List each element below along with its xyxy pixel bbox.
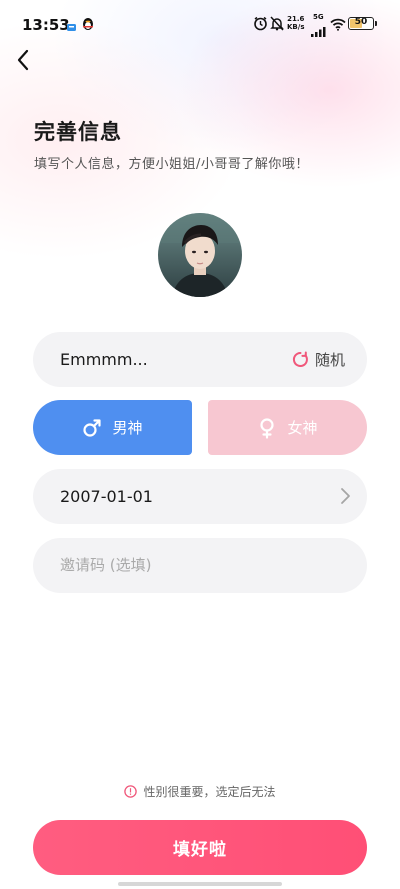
chevron-right-icon: [341, 488, 350, 504]
network-speed: 21.6 KB/s: [287, 15, 305, 31]
refresh-icon: [292, 351, 308, 367]
back-button[interactable]: [10, 46, 36, 74]
birthday-field[interactable]: 2007-01-01: [33, 469, 367, 524]
nickname-value: Emmmm...: [60, 350, 148, 369]
gender-female-label: 女神: [287, 419, 318, 437]
invite-code-field[interactable]: 邀请码 (选填): [33, 538, 367, 593]
app-notification-icon: [66, 18, 77, 37]
birthday-value: 2007-01-01: [60, 487, 153, 506]
avatar[interactable]: [158, 213, 242, 297]
gender-male-label: 男神: [112, 419, 143, 437]
page-subtitle: 填写个人信息，方便小姐姐/小哥哥了解你哦！: [34, 157, 309, 172]
home-indicator[interactable]: [118, 882, 282, 886]
random-nickname-button[interactable]: 随机: [292, 332, 345, 387]
chevron-left-icon: [17, 49, 29, 71]
gender-warning-hint: 性别很重要，选定后无法: [0, 783, 400, 800]
alarm-clock-icon: [253, 16, 268, 35]
random-label: 随机: [314, 351, 345, 369]
gender-female-button[interactable]: 女神: [208, 400, 367, 455]
female-symbol-icon: [260, 417, 275, 439]
mute-bell-icon: [270, 16, 284, 35]
network-type: 5G: [313, 13, 324, 21]
nickname-field[interactable]: Emmmm... 随机: [33, 332, 367, 387]
qq-penguin-icon: [82, 16, 94, 35]
status-bar: 13:53 21.6 KB/s 5G 50: [0, 0, 400, 46]
status-time: 13:53: [22, 16, 70, 34]
battery-cap: [375, 21, 377, 26]
wifi-icon: [330, 16, 346, 35]
submit-label: 填好啦: [173, 840, 227, 860]
battery-icon: 50: [348, 17, 374, 30]
hint-text: 性别很重要，选定后无法: [143, 785, 276, 799]
info-icon: [124, 785, 138, 798]
invite-code-placeholder: 邀请码 (选填): [60, 556, 152, 574]
page-title: 完善信息: [34, 120, 122, 144]
submit-button[interactable]: 填好啦: [33, 820, 367, 875]
signal-icon: [311, 22, 326, 41]
male-symbol-icon: [83, 418, 102, 437]
gender-male-button[interactable]: 男神: [33, 400, 192, 455]
